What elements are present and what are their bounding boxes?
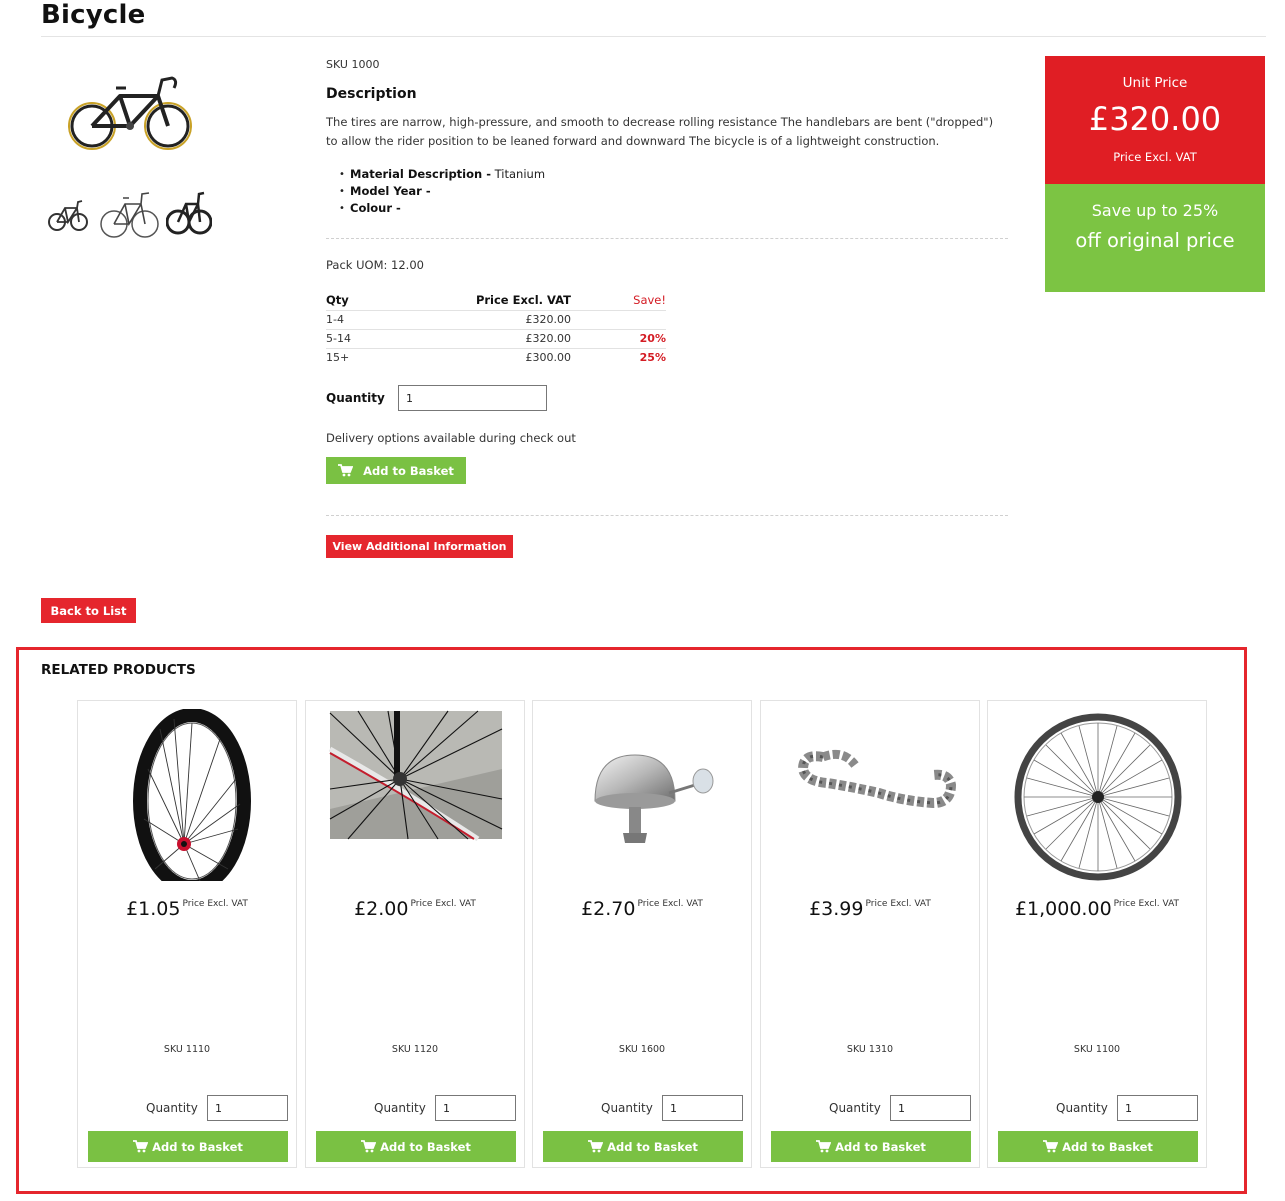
unit-price-vat: Price Excl. VAT	[1113, 150, 1197, 164]
add-to-basket-button[interactable]: Add to Basket	[316, 1131, 516, 1162]
product-sku: SKU 1120	[391, 1044, 439, 1055]
save-header: Save!	[633, 293, 666, 308]
cart-icon	[133, 1140, 149, 1153]
qty-header: Qty	[326, 293, 349, 308]
quantity-label: Quantity	[829, 1101, 881, 1115]
price-vat-note: Price Excl. VAT	[182, 899, 248, 909]
attribute-item: Colour -	[339, 200, 545, 217]
unit-price-label: Unit Price	[1122, 75, 1188, 91]
title-divider	[41, 36, 1266, 37]
quantity-label: Quantity	[1056, 1101, 1108, 1115]
product-price: £2.70	[581, 898, 636, 920]
savings-line-2: off original price	[1075, 229, 1235, 252]
add-to-basket-button[interactable]: Add to Basket	[88, 1131, 288, 1162]
quantity-input[interactable]	[435, 1095, 516, 1121]
add-to-basket-button[interactable]: Add to Basket	[326, 457, 466, 484]
unit-price-box: Unit Price £320.00 Price Excl. VAT	[1045, 56, 1265, 184]
add-to-basket-button[interactable]: Add to Basket	[543, 1131, 743, 1162]
cart-icon	[361, 1140, 377, 1153]
cart-icon	[588, 1140, 604, 1153]
price-vat-note: Price Excl. VAT	[410, 899, 476, 909]
section-divider	[326, 515, 1008, 516]
quantity-label: Quantity	[146, 1101, 198, 1115]
product-image[interactable]	[1010, 709, 1186, 881]
price-header: Price Excl. VAT	[475, 293, 571, 308]
product-price: £2.00	[354, 898, 409, 920]
attribute-item: Model Year -	[339, 183, 545, 200]
related-product-card: £1.05Price Excl. VAT SKU 1110 Quantity A…	[77, 700, 297, 1168]
quantity-input[interactable]	[1117, 1095, 1198, 1121]
product-price: £1,000.00	[1014, 898, 1112, 920]
quantity-label: Quantity	[601, 1101, 653, 1115]
table-row: 15+ £300.00 25%	[326, 347, 666, 367]
related-product-card: £2.00Price Excl. VAT SKU 1120 Quantity A…	[305, 700, 525, 1168]
product-sku: SKU 1600	[618, 1044, 666, 1055]
related-products-title: RELATED PRODUCTS	[41, 662, 196, 678]
quantity-input[interactable]	[398, 385, 547, 411]
related-product-card: £1,000.00 Price Excl. VAT SKU 1100 Quanti…	[987, 700, 1207, 1168]
product-sku: SKU 1110	[163, 1044, 211, 1055]
product-sku: SKU 1100	[1073, 1044, 1121, 1055]
thumbnail-2[interactable]	[99, 184, 159, 244]
product-price: £3.99	[809, 898, 864, 920]
description-text: The tires are narrow, high-pressure, and…	[326, 115, 994, 148]
quantity-label: Quantity	[326, 391, 385, 405]
pack-uom: Pack UOM: 12.00	[326, 258, 424, 272]
quantity-input[interactable]	[207, 1095, 288, 1121]
cart-icon	[338, 464, 354, 477]
thumbnail-3[interactable]	[166, 184, 212, 244]
description-heading: Description	[326, 86, 417, 102]
thumbnail-1[interactable]	[47, 184, 89, 244]
back-to-list-button[interactable]: Back to List	[41, 598, 136, 623]
table-row: 1-4 £320.00	[326, 309, 666, 329]
cart-icon	[816, 1140, 832, 1153]
view-additional-info-button[interactable]: View Additional Information	[326, 535, 513, 558]
unit-price-value: £320.00	[1088, 100, 1222, 138]
product-sku: SKU 1000	[326, 58, 380, 71]
product-price: £1.05	[126, 898, 181, 920]
quantity-label: Quantity	[374, 1101, 426, 1115]
product-image[interactable]	[555, 709, 731, 881]
price-vat-note: Price Excl. VAT	[1113, 899, 1180, 909]
table-row: 5-14 £320.00 20%	[326, 328, 666, 348]
add-to-basket-button[interactable]: Add to Basket	[998, 1131, 1198, 1162]
delivery-note: Delivery options available during check …	[326, 431, 576, 445]
product-image[interactable]	[100, 709, 276, 881]
quantity-input[interactable]	[890, 1095, 971, 1121]
related-product-card: £3.99Price Excl. VAT SKU 1310 Quantity A…	[760, 700, 980, 1168]
savings-line-1: Save up to 25%	[1091, 201, 1219, 220]
section-divider	[326, 238, 1008, 239]
cart-icon	[1043, 1140, 1059, 1153]
related-product-card: £2.70Price Excl. VAT SKU 1600 Quantity A…	[532, 700, 752, 1168]
page-title: Bicycle	[41, 0, 146, 30]
price-break-table: Qty Price Excl. VAT Save! 1-4 £320.00 5-…	[326, 291, 666, 367]
attribute-list: Material Description - Titanium Model Ye…	[339, 166, 545, 217]
quantity-input[interactable]	[662, 1095, 743, 1121]
product-image[interactable]	[328, 709, 504, 881]
price-vat-note: Price Excl. VAT	[637, 899, 703, 909]
product-image[interactable]	[783, 709, 959, 881]
attribute-item: Material Description - Titanium	[339, 166, 545, 183]
product-main-image[interactable]	[64, 70, 196, 154]
price-vat-note: Price Excl. VAT	[865, 899, 931, 909]
add-to-basket-button[interactable]: Add to Basket	[771, 1131, 971, 1162]
product-sku: SKU 1310	[846, 1044, 894, 1055]
savings-banner: Save up to 25% off original price	[1045, 184, 1265, 292]
